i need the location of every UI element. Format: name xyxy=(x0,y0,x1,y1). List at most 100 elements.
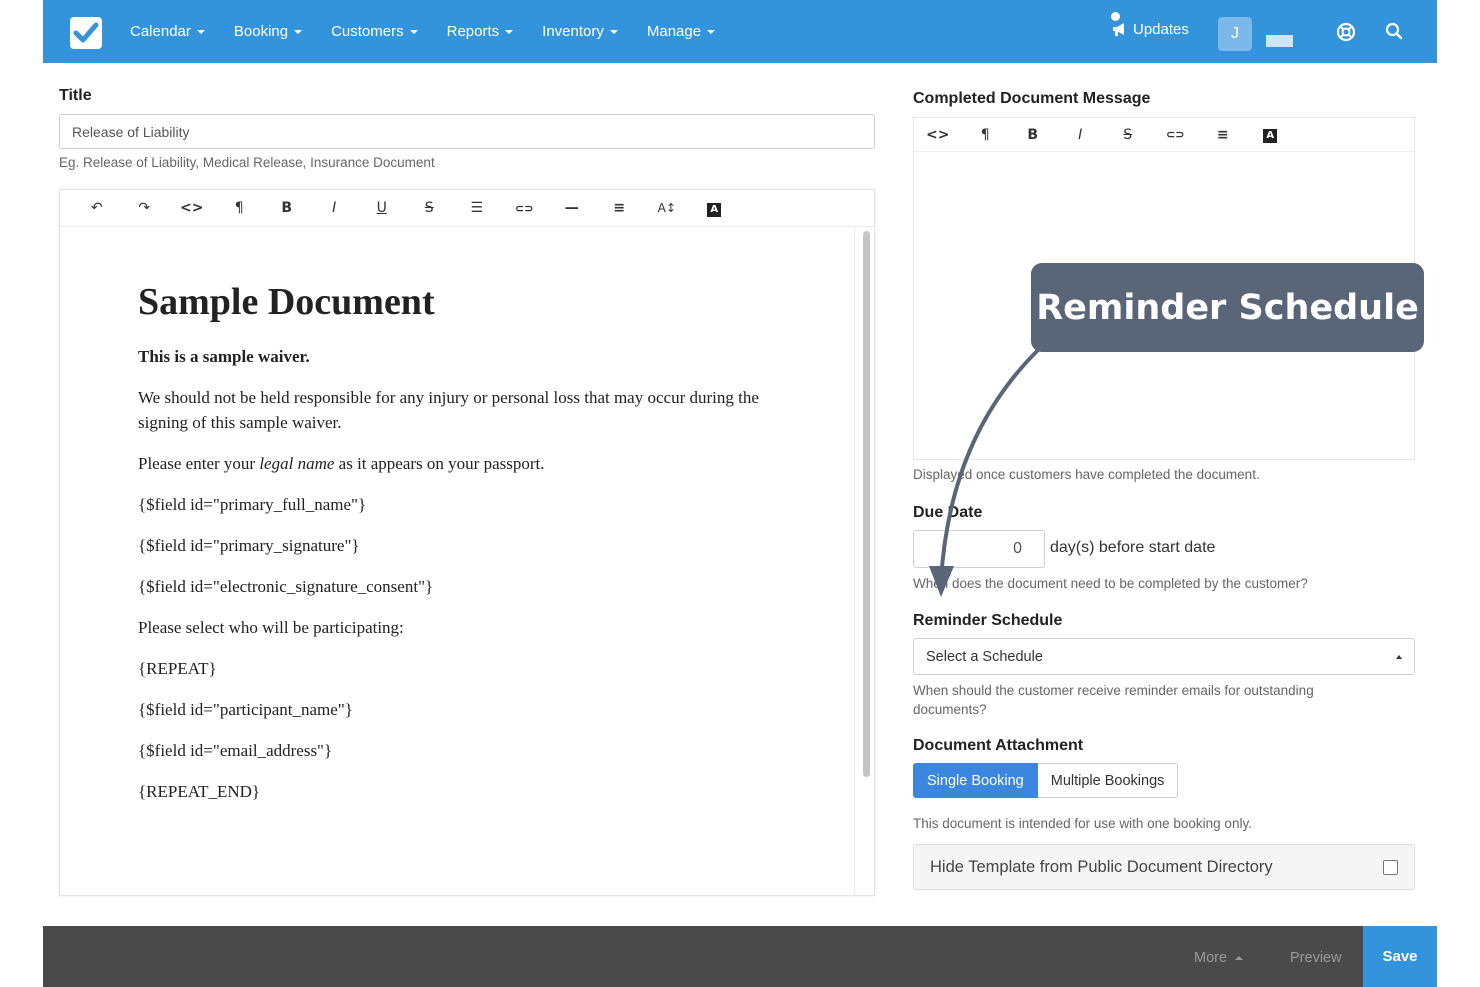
font-size-icon[interactable]: A↕ xyxy=(643,201,691,215)
multiple-bookings-button[interactable]: Multiple Bookings xyxy=(1037,763,1179,798)
strikethrough-icon[interactable]: S xyxy=(1104,127,1152,143)
strikethrough-icon[interactable]: S xyxy=(406,200,454,216)
document-editor[interactable]: ↶ ↷ <> ¶ B I U S ☰ ⊂⊃ — ≡ A↕ A Sample Do… xyxy=(59,189,875,896)
hide-template-checkbox[interactable] xyxy=(1383,859,1398,875)
save-button[interactable]: Save xyxy=(1363,926,1437,987)
document-heading: Sample Document xyxy=(138,281,435,323)
title-input-value: Release of Liability xyxy=(72,123,190,140)
language-flag-icon[interactable] xyxy=(1266,35,1293,47)
doc-text: Please enter your xyxy=(138,454,260,473)
nav-inventory[interactable]: Inventory xyxy=(542,23,618,40)
top-navbar: Calendar Booking Customers Reports Inven… xyxy=(43,0,1437,63)
doc-paragraph: Please select who will be participating: xyxy=(138,618,404,637)
text-color-icon[interactable]: A xyxy=(691,200,739,217)
hide-template-option[interactable]: Hide Template from Public Document Direc… xyxy=(913,844,1415,890)
due-date-hint: When does the document need to be comple… xyxy=(913,576,1308,591)
due-date-label: Due Date xyxy=(913,504,983,521)
chevron-down-icon xyxy=(294,29,303,34)
code-view-icon[interactable]: <> xyxy=(168,200,216,216)
nav-customers[interactable]: Customers xyxy=(331,23,418,40)
title-input[interactable]: Release of Liability xyxy=(59,114,875,149)
bold-icon[interactable]: B xyxy=(1009,127,1057,143)
nav-customers-label: Customers xyxy=(331,23,404,40)
bold-icon[interactable]: B xyxy=(263,200,311,216)
more-button[interactable]: More xyxy=(1194,950,1244,966)
align-icon[interactable]: ≡ xyxy=(1199,127,1247,143)
chevron-down-icon xyxy=(609,29,618,34)
doc-paragraph: {$field id="primary_full_name"} xyxy=(138,495,367,514)
help-icon[interactable] xyxy=(1336,22,1356,47)
nav-reports-label: Reports xyxy=(446,23,500,40)
nav-inventory-label: Inventory xyxy=(542,23,604,40)
reminder-schedule-value: Select a Schedule xyxy=(926,648,1043,665)
due-date-input[interactable]: 0 xyxy=(913,530,1045,568)
italic-icon[interactable]: I xyxy=(311,200,359,216)
nav-calendar-label: Calendar xyxy=(130,23,191,40)
doc-paragraph: {REPEAT} xyxy=(138,659,217,678)
doc-italic-text: legal name xyxy=(259,454,335,473)
user-avatar[interactable]: J xyxy=(1218,17,1252,51)
doc-paragraph: This is a sample waiver. xyxy=(138,347,310,366)
nav-booking[interactable]: Booking xyxy=(233,23,303,40)
redo-icon[interactable]: ↷ xyxy=(121,200,169,216)
nav-manage[interactable]: Manage xyxy=(646,23,716,40)
chevron-down-icon xyxy=(196,29,205,34)
doc-paragraph: {$field id="primary_signature"} xyxy=(138,536,360,555)
nav-calendar[interactable]: Calendar xyxy=(130,23,205,40)
chevron-down-icon xyxy=(505,29,514,34)
text-color-glyph: A xyxy=(707,202,722,217)
main-nav: Calendar Booking Customers Reports Inven… xyxy=(130,0,744,63)
nav-booking-label: Booking xyxy=(233,23,289,40)
reminder-schedule-select[interactable]: Select a Schedule xyxy=(913,638,1415,675)
app-logo-icon[interactable] xyxy=(70,17,102,49)
horizontal-rule-icon[interactable]: — xyxy=(548,200,596,216)
updates-label: Updates xyxy=(1133,20,1189,38)
underline-icon[interactable]: U xyxy=(358,200,406,216)
notification-dot-icon xyxy=(1111,12,1120,21)
bottom-action-bar: More Preview Save xyxy=(43,926,1437,987)
text-color-icon[interactable]: A xyxy=(1247,126,1295,143)
completed-message-label: Completed Document Message xyxy=(913,90,1151,107)
attachment-hint: This document is intended for use with o… xyxy=(913,816,1252,831)
updates-button[interactable]: Updates xyxy=(1111,12,1189,38)
preview-button[interactable]: Preview xyxy=(1290,950,1342,966)
link-icon[interactable]: ⊂⊃ xyxy=(1152,128,1200,141)
paragraph-icon[interactable]: ¶ xyxy=(962,127,1010,143)
nav-manage-label: Manage xyxy=(646,23,702,40)
text-color-glyph: A xyxy=(1263,129,1278,143)
doc-paragraph: {$field id="email_address"} xyxy=(138,741,333,760)
chevron-up-icon xyxy=(1396,654,1402,659)
title-label: Title xyxy=(59,87,92,104)
editor-scrollbar[interactable] xyxy=(854,227,876,895)
single-booking-button[interactable]: Single Booking xyxy=(913,763,1038,798)
more-label: More xyxy=(1194,950,1228,966)
nav-reports[interactable]: Reports xyxy=(447,23,514,40)
doc-paragraph: Please enter your legal name as it appea… xyxy=(138,451,788,476)
hide-template-label: Hide Template from Public Document Direc… xyxy=(930,857,1273,876)
doc-paragraph: We should not be held responsible for an… xyxy=(138,388,759,432)
scrollbar-thumb[interactable] xyxy=(863,231,870,777)
reminder-schedule-label: Reminder Schedule xyxy=(913,612,1063,629)
document-attachment-label: Document Attachment xyxy=(913,737,1084,754)
document-content[interactable]: Sample Document This is a sample waiver.… xyxy=(138,280,788,820)
list-icon[interactable]: ☰ xyxy=(453,200,501,216)
doc-paragraph: {$field id="electronic_signature_consent… xyxy=(138,577,434,596)
due-date-suffix: day(s) before start date xyxy=(1050,539,1216,556)
undo-icon[interactable]: ↶ xyxy=(73,200,121,216)
title-hint: Eg. Release of Liability, Medical Releas… xyxy=(59,155,435,170)
paragraph-icon[interactable]: ¶ xyxy=(216,200,264,216)
chevron-up-icon xyxy=(1235,956,1244,960)
link-icon[interactable]: ⊂⊃ xyxy=(501,202,549,215)
italic-icon[interactable]: I xyxy=(1057,127,1105,143)
completed-message-hint: Displayed once customers have completed … xyxy=(913,467,1260,482)
attachment-toggle: Single Booking Multiple Bookings xyxy=(913,763,1179,798)
code-view-icon[interactable]: <> xyxy=(914,127,962,143)
reminder-schedule-hint: When should the customer receive reminde… xyxy=(913,683,1314,717)
doc-text: as it appears on your passport. xyxy=(334,454,545,473)
megaphone-icon xyxy=(1113,23,1124,36)
due-date-value: 0 xyxy=(1013,540,1022,557)
app-frame: Calendar Booking Customers Reports Inven… xyxy=(43,0,1437,987)
align-icon[interactable]: ≡ xyxy=(596,200,644,216)
doc-paragraph: {$field id="participant_name"} xyxy=(138,700,353,719)
search-icon[interactable] xyxy=(1385,22,1403,45)
